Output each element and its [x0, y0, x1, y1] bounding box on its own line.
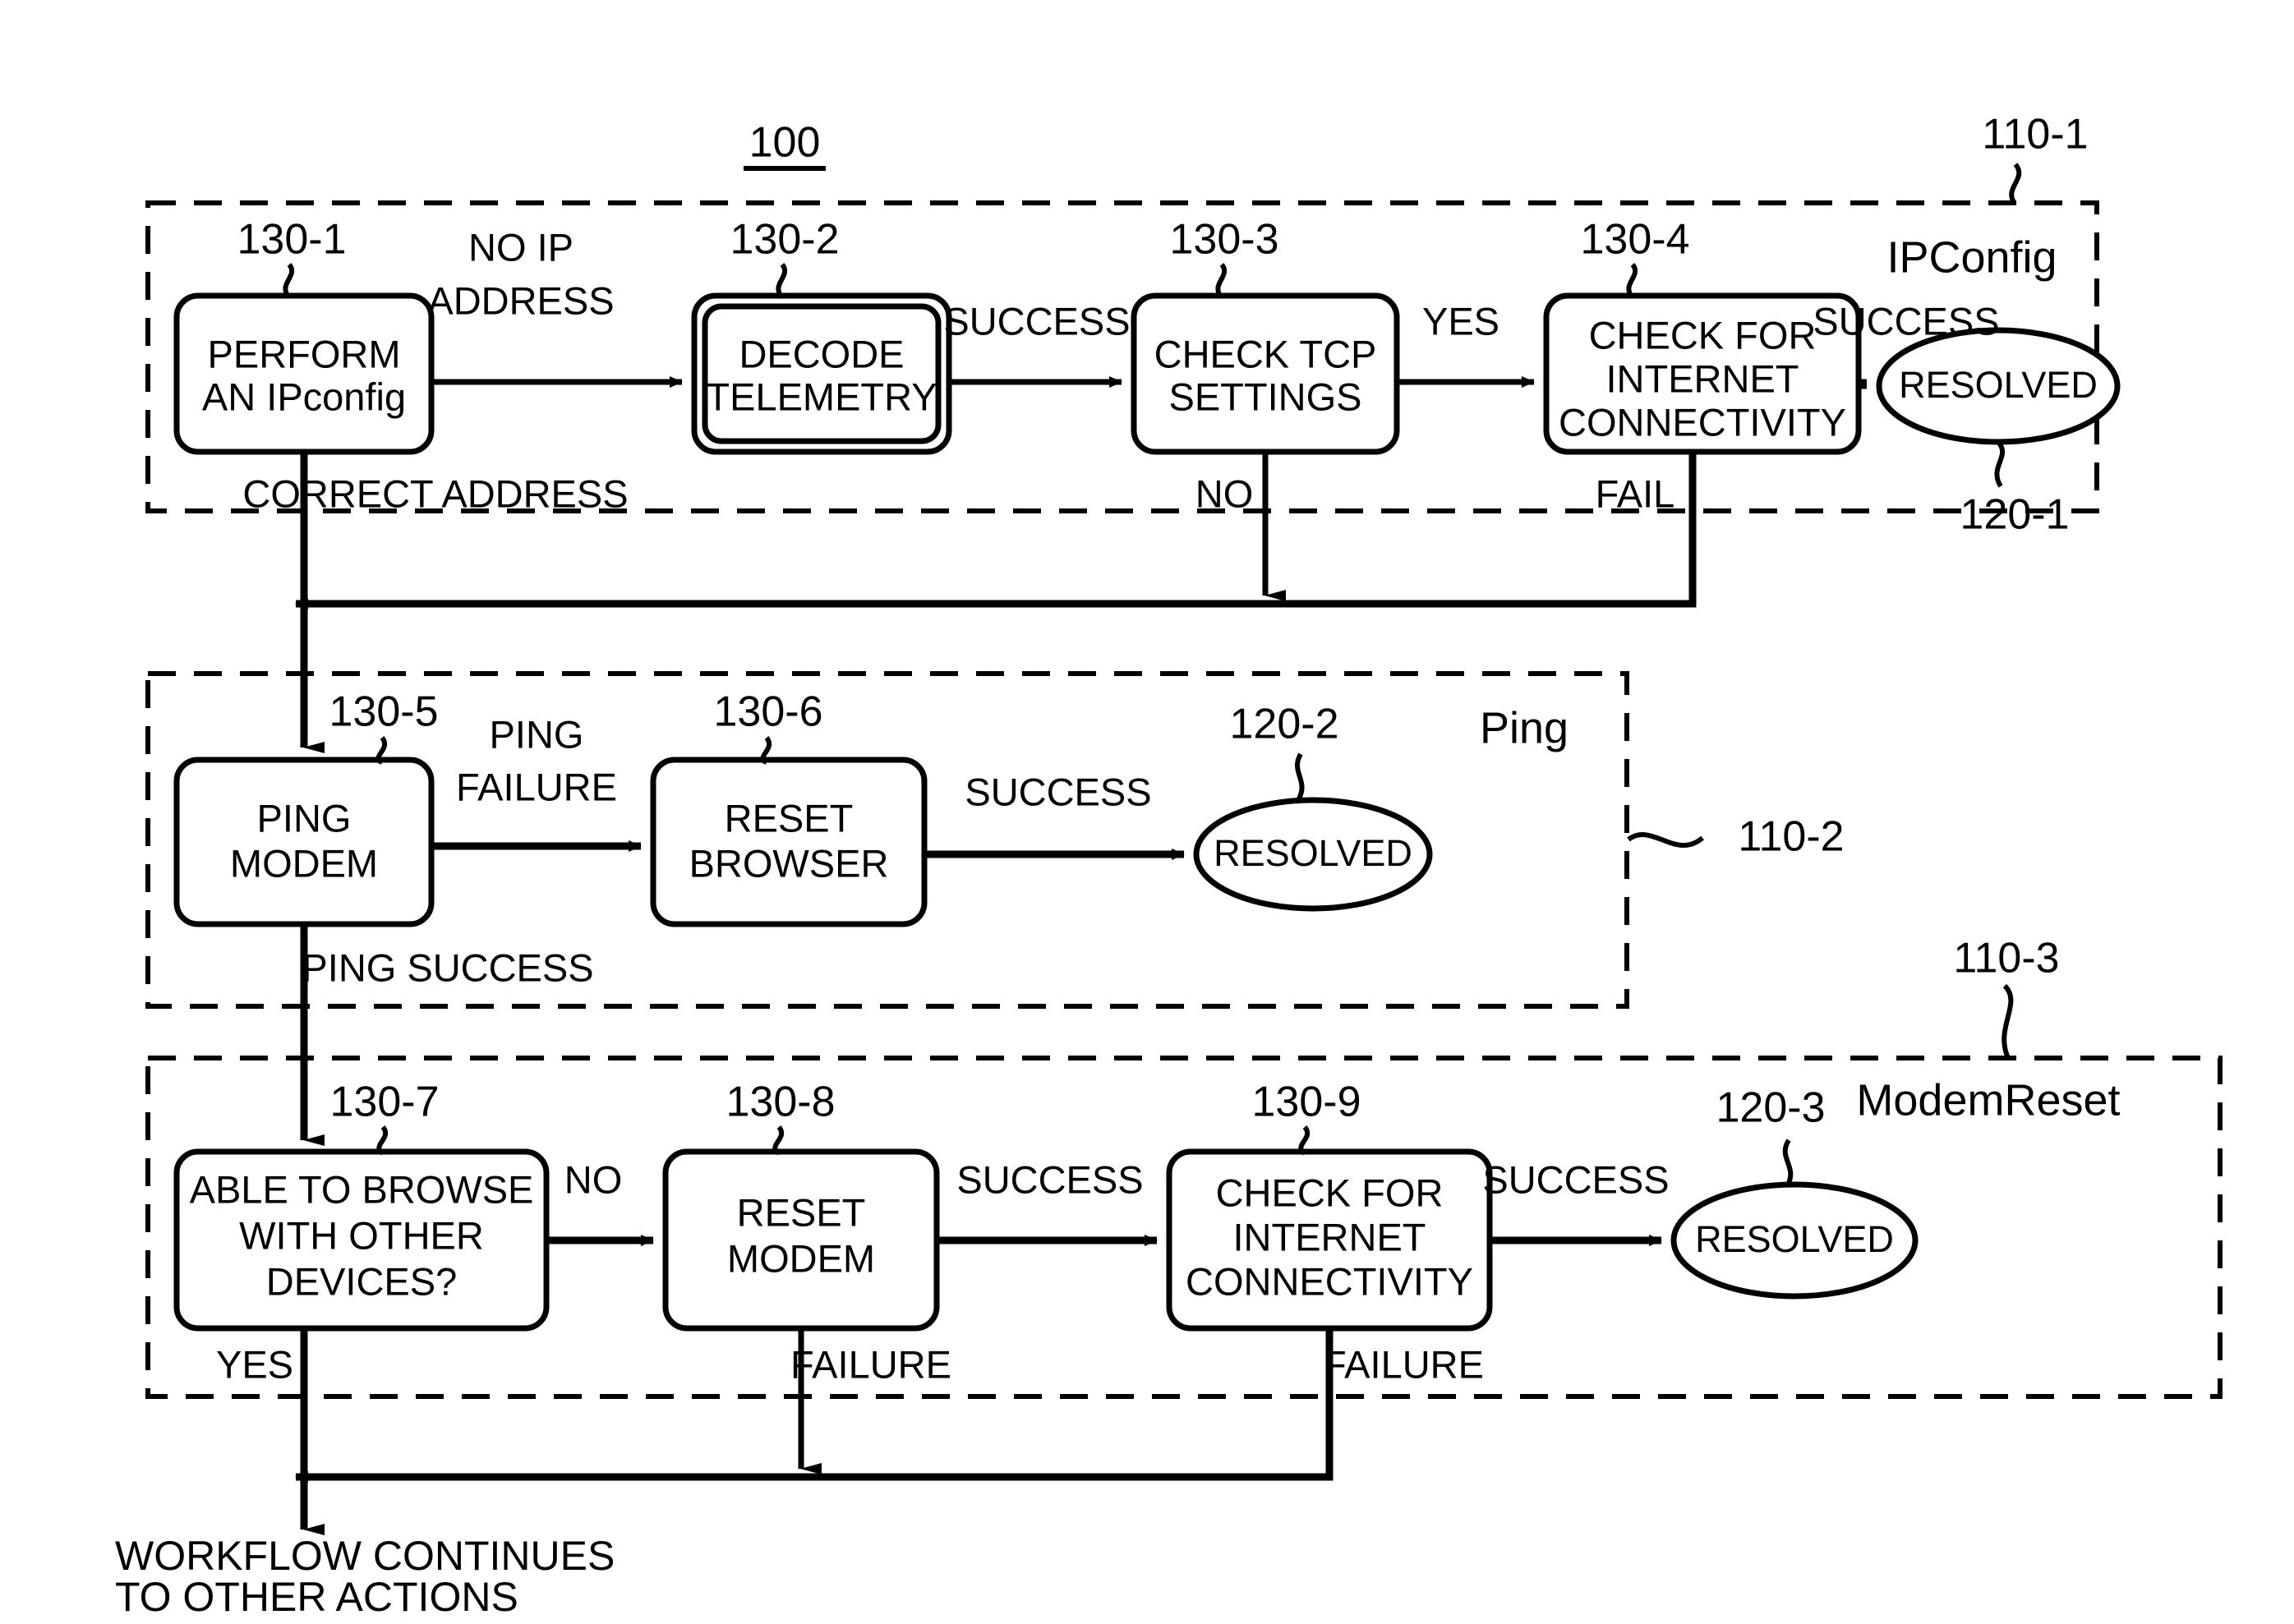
node-label-line: CONNECTIVITY [1559, 400, 1846, 444]
leader-120-3 [1782, 1139, 1794, 1188]
node-label-line: RESET [725, 796, 854, 840]
node-label-line: SETTINGS [1168, 375, 1361, 418]
edge-label-success-5: SUCCESS [1482, 1157, 1669, 1201]
edge-label-success-4: SUCCESS [956, 1157, 1143, 1201]
node-label-line: INTERNET [1233, 1215, 1426, 1258]
edge-label-ping-failure-2: FAILURE [456, 765, 617, 808]
node-label-line: MODEM [727, 1236, 875, 1280]
leader-130-1 [283, 263, 295, 300]
terminal-ref-120-2: 120-2 [1230, 701, 1339, 748]
node-label-line: ABLE TO BROWSE [190, 1167, 534, 1211]
edge-label-no-ip-1: NO IP [468, 225, 574, 269]
node-ref-130-4: 130-4 [1581, 216, 1690, 264]
node-decode-telemetry[interactable]: DECODE TELEMETRY [691, 292, 952, 455]
node-check-internet-connectivity-1[interactable]: CHECK FOR INTERNET CONNECTIVITY [1543, 292, 1862, 455]
group-label-ipconfig: IPConfig [1886, 232, 2057, 282]
edge-label-fail-1: FAIL [1596, 472, 1675, 515]
node-label-line: DECODE [739, 332, 904, 375]
node-label-line: MODEM [230, 841, 378, 885]
edge-label-success-2: SUCCESS [1813, 299, 1999, 343]
terminal-label: RESOLVED [1695, 1218, 1894, 1260]
edge-label-failure-2: FAILURE [1323, 1342, 1484, 1386]
edge-label-no-1: NO [1195, 472, 1254, 515]
edge-label-ping-failure-1: PING [490, 712, 584, 756]
group-ref-110-1: 110-1 [1982, 111, 2088, 159]
node-label-line: BROWSER [689, 841, 889, 885]
edge-label-success-1: SUCCESS [943, 299, 1130, 343]
leader-120-1 [1994, 440, 2006, 488]
leader-130-2 [776, 263, 788, 300]
node-able-to-browse[interactable]: ABLE TO BROWSE WITH OTHER DEVICES? [173, 1148, 550, 1332]
terminal-ref-120-1: 120-1 [1960, 491, 2070, 539]
node-ref-130-9: 130-9 [1252, 1079, 1361, 1126]
node-label-line: CHECK FOR [1216, 1171, 1444, 1214]
leader-110-1 [2009, 163, 2022, 205]
edge-label-ping-success: PING SUCCESS [302, 945, 593, 989]
node-reset-browser[interactable]: RESET BROWSER [650, 757, 928, 927]
footer-line-2: TO OTHER ACTIONS [115, 1574, 518, 1620]
leader-110-2 [1627, 832, 1704, 849]
leader-130-3 [1215, 263, 1228, 300]
node-check-tcp-settings[interactable]: CHECK TCP SETTINGS [1131, 292, 1400, 455]
figure-number: 100 [749, 119, 821, 167]
node-label-line: RESET [737, 1190, 866, 1234]
node-ref-130-8: 130-8 [726, 1079, 836, 1126]
terminal-resolved-2[interactable]: RESOLVED [1193, 797, 1433, 912]
footer-line-1: WORKFLOW CONTINUES [115, 1533, 615, 1579]
node-perform-ipconfig[interactable]: PERFORM AN IPconfig [173, 292, 435, 455]
node-check-internet-connectivity-2[interactable]: CHECK FOR INTERNET CONNECTIVITY [1166, 1148, 1493, 1332]
node-label-line: AN IPconfig [202, 375, 406, 418]
node-reset-modem[interactable]: RESET MODEM [662, 1148, 940, 1332]
node-label-line: PERFORM [208, 332, 401, 375]
group-label-modemreset: ModemReset [1856, 1075, 2120, 1125]
edge-label-no-2: NO [564, 1157, 623, 1201]
edge-label-yes-2: YES [216, 1342, 293, 1386]
node-label-line: CHECK TCP [1154, 332, 1377, 375]
node-label-line: TELEMETRY [706, 375, 937, 418]
node-ref-130-2: 130-2 [730, 216, 840, 264]
node-label-line: CHECK FOR [1589, 313, 1817, 357]
edge-label-success-3: SUCCESS [965, 770, 1151, 813]
diagram-canvas: 100 110-1 IPConfig 110-2 Ping 110-3 Mode… [0, 0, 2294, 1624]
terminal-label: RESOLVED [1899, 364, 2098, 406]
terminal-resolved-3[interactable]: RESOLVED [1670, 1181, 1919, 1300]
node-label-line: DEVICES? [266, 1259, 457, 1303]
node-label-line: WITH OTHER [239, 1213, 484, 1257]
group-ref-110-2: 110-2 [1738, 813, 1844, 861]
node-ref-130-3: 130-3 [1170, 216, 1279, 264]
group-ref-110-3: 110-3 [1953, 935, 2059, 982]
leader-130-4 [1626, 263, 1638, 300]
node-ref-130-7: 130-7 [330, 1079, 440, 1126]
terminal-ref-120-3: 120-3 [1716, 1084, 1826, 1132]
node-label-line: PING [257, 796, 352, 840]
edge-label-yes-1: YES [1422, 299, 1499, 343]
node-ref-130-1: 130-1 [237, 216, 347, 264]
node-label-line: CONNECTIVITY [1186, 1259, 1473, 1303]
node-ping-modem[interactable]: PING MODEM [173, 757, 435, 927]
edge-label-failure-1: FAILURE [790, 1342, 951, 1386]
leader-110-3 [2001, 983, 2014, 1061]
node-ref-130-5: 130-5 [329, 688, 439, 736]
group-label-ping: Ping [1480, 703, 1568, 752]
node-label-line: INTERNET [1606, 357, 1799, 400]
terminal-label: RESOLVED [1214, 832, 1412, 874]
node-ref-130-6: 130-6 [714, 688, 823, 736]
edge-label-no-ip-2: ADDRESS [427, 278, 614, 322]
terminal-resolved-1[interactable]: RESOLVED [1876, 327, 2121, 445]
leader-120-2 [1295, 752, 1305, 802]
